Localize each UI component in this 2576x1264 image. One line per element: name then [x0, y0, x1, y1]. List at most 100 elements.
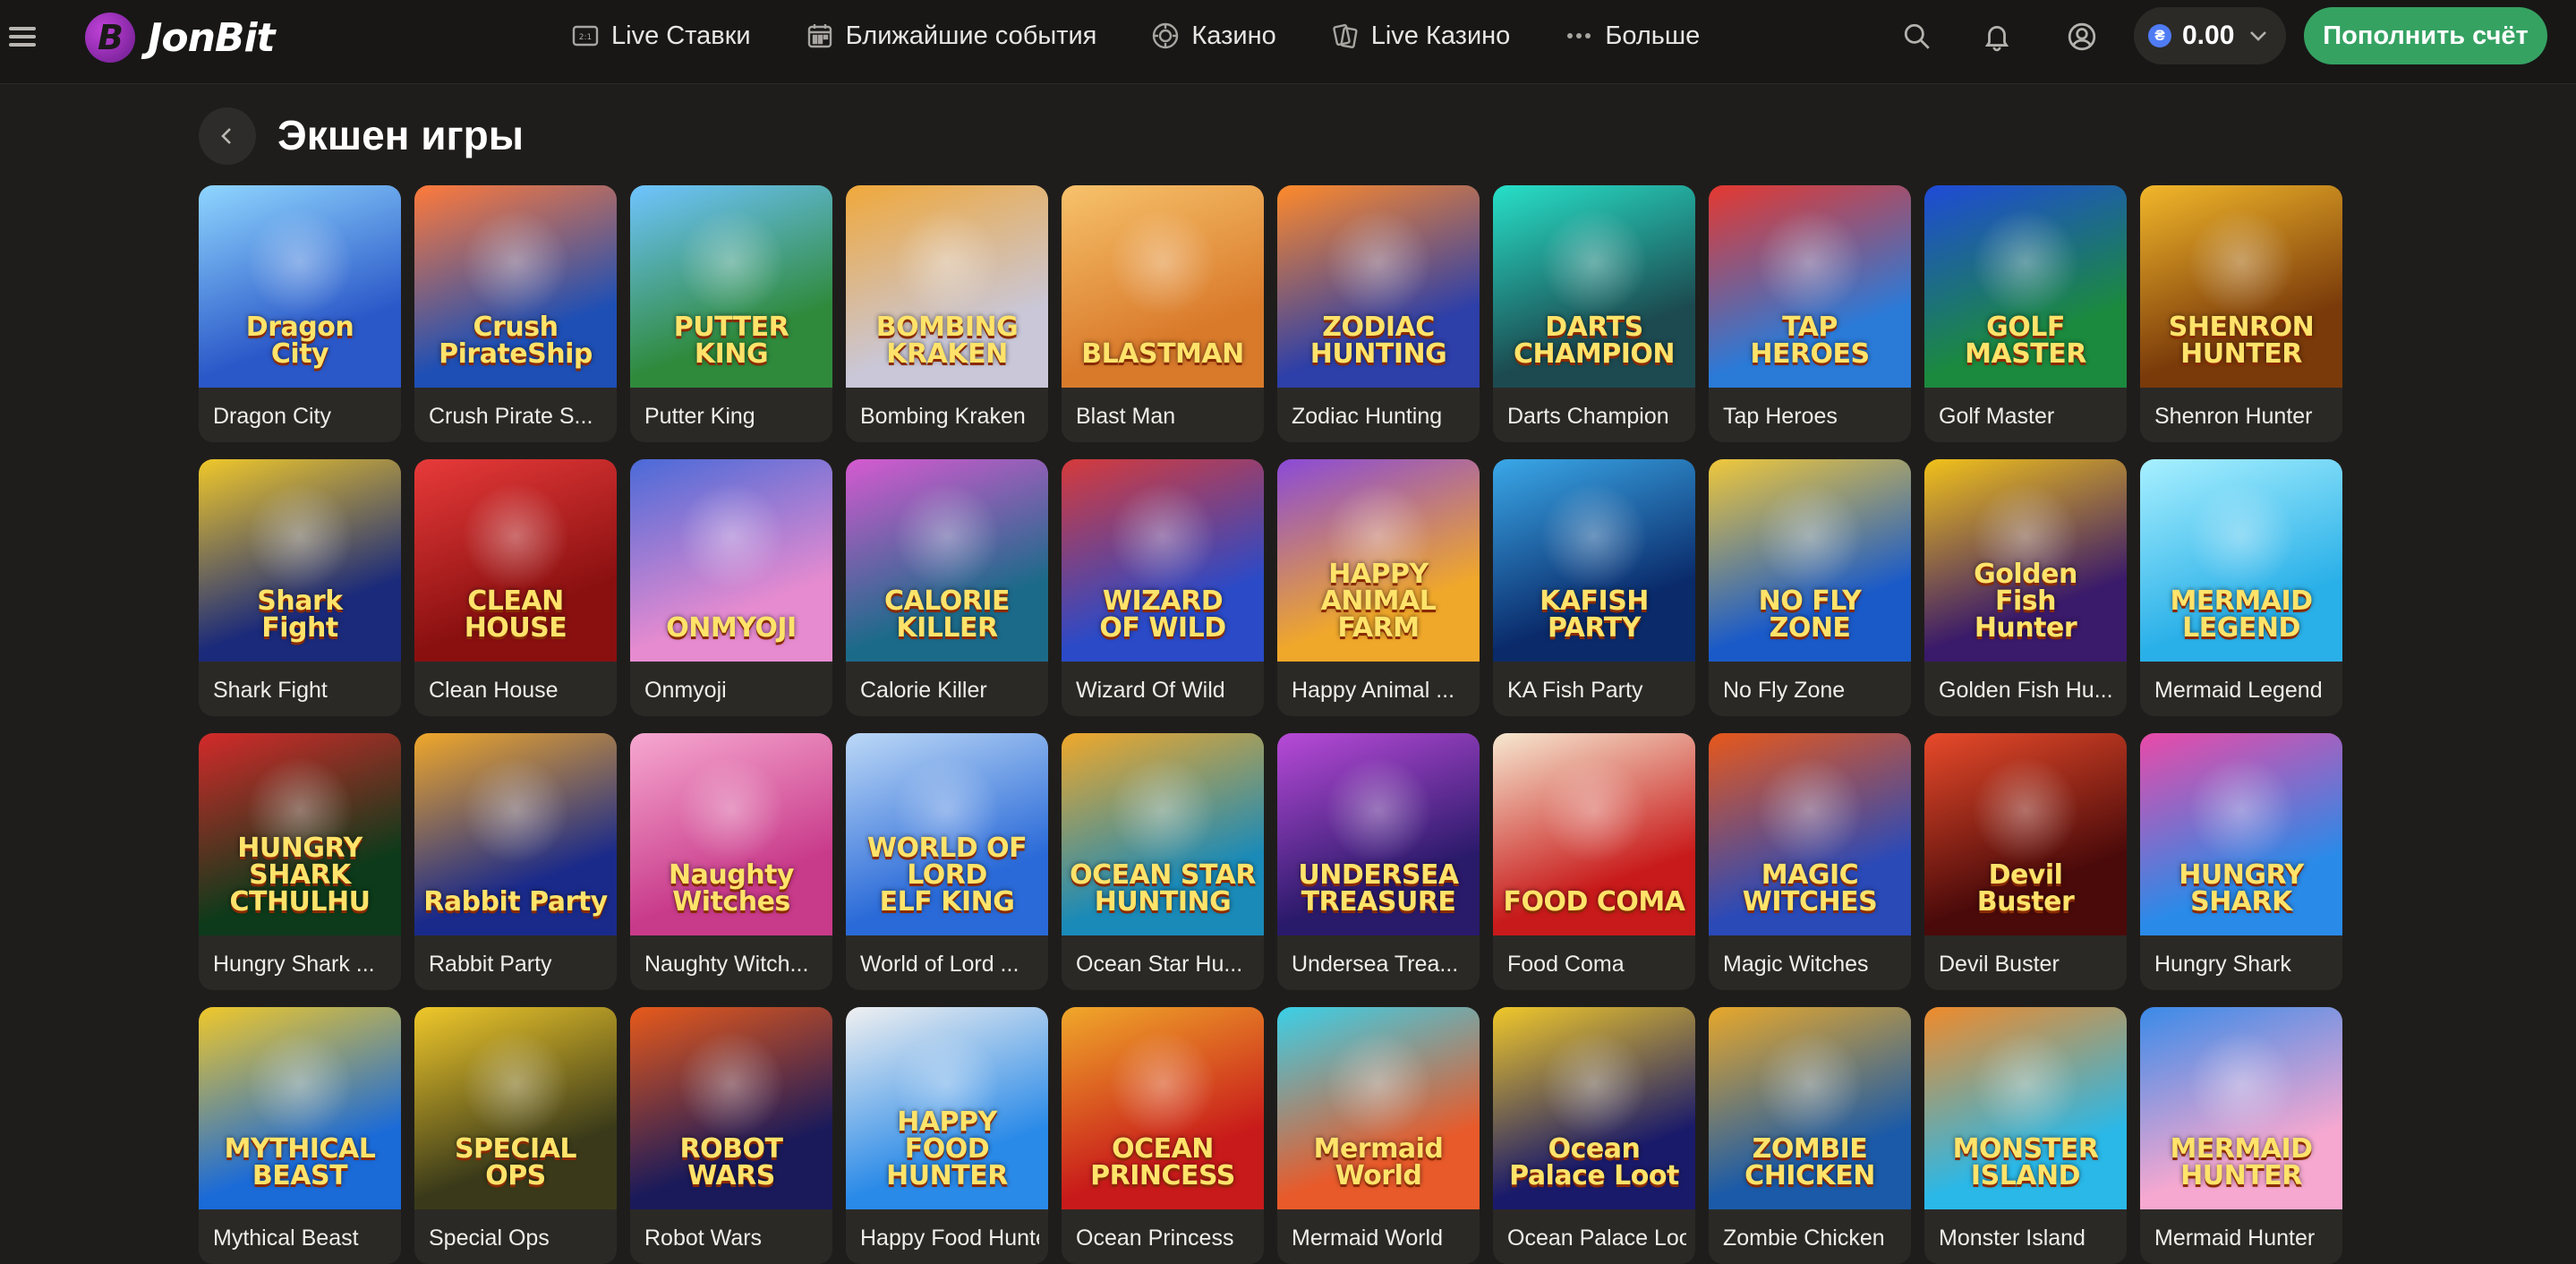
game-card[interactable]: ONMYOJI Onmyoji: [630, 459, 832, 716]
game-card[interactable]: ROBOT WARS Robot Wars: [630, 1007, 832, 1264]
game-name[interactable]: Tap Heroes: [1723, 404, 1902, 430]
game-thumbnail[interactable]: MERMAID HUNTER: [2140, 1007, 2342, 1209]
game-card[interactable]: Rabbit Party Rabbit Party: [414, 733, 617, 990]
game-card[interactable]: SPECIAL OPS Special Ops: [414, 1007, 617, 1264]
game-card[interactable]: MERMAID LEGEND Mermaid Legend: [2140, 459, 2342, 716]
game-card[interactable]: Ocean Palace Loot Ocean Palace Loot: [1493, 1007, 1695, 1264]
game-name[interactable]: Ocean Star Hu...: [1076, 952, 1255, 978]
nav-casino[interactable]: Казино: [1150, 21, 1276, 51]
game-card[interactable]: BOMBING KRAKEN Bombing Kraken: [846, 185, 1048, 442]
game-thumbnail[interactable]: HAPPY ANIMAL FARM: [1277, 459, 1480, 662]
game-card[interactable]: Crush PirateShip Crush Pirate S...: [414, 185, 617, 442]
deposit-button[interactable]: Пополнить счёт: [2304, 7, 2547, 64]
game-name[interactable]: Crush Pirate S...: [429, 404, 608, 430]
game-card[interactable]: UNDERSEA TREASURE Undersea Trea...: [1277, 733, 1480, 990]
game-name[interactable]: Robot Wars: [644, 1226, 823, 1251]
game-card[interactable]: MERMAID HUNTER Mermaid Hunter: [2140, 1007, 2342, 1264]
game-card[interactable]: Devil Buster Devil Buster: [1924, 733, 2127, 990]
game-card[interactable]: HUNGRY SHARK Hungry Shark: [2140, 733, 2342, 990]
game-name[interactable]: Calorie Killer: [860, 678, 1039, 704]
game-thumbnail[interactable]: Ocean Palace Loot: [1493, 1007, 1695, 1209]
game-thumbnail[interactable]: HUNGRY SHARK CTHULHU: [199, 733, 401, 935]
game-thumbnail[interactable]: MYTHICAL BEAST: [199, 1007, 401, 1209]
game-card[interactable]: Dragon City Dragon City: [199, 185, 401, 442]
game-name[interactable]: Ocean Princess: [1076, 1226, 1255, 1251]
game-name[interactable]: KA Fish Party: [1507, 678, 1686, 704]
game-name[interactable]: Shenron Hunter: [2154, 404, 2333, 430]
balance-dropdown[interactable]: ₴ 0.00: [2134, 7, 2286, 64]
game-thumbnail[interactable]: WIZARD OF WILD: [1062, 459, 1264, 662]
game-card[interactable]: OCEAN PRINCESS Ocean Princess: [1062, 1007, 1264, 1264]
game-thumbnail[interactable]: MONSTER ISLAND: [1924, 1007, 2127, 1209]
game-card[interactable]: WIZARD OF WILD Wizard Of Wild: [1062, 459, 1264, 716]
game-name[interactable]: Clean House: [429, 678, 608, 704]
game-name[interactable]: Monster Island: [1939, 1226, 2118, 1251]
game-name[interactable]: World of Lord ...: [860, 952, 1039, 978]
game-thumbnail[interactable]: ZODIAC HUNTING: [1277, 185, 1480, 388]
nav-live-bets[interactable]: 2:1 Live Ставки: [570, 21, 751, 51]
game-thumbnail[interactable]: Crush PirateShip: [414, 185, 617, 388]
menu-icon[interactable]: [9, 24, 36, 49]
game-name[interactable]: No Fly Zone: [1723, 678, 1902, 704]
game-thumbnail[interactable]: OCEAN PRINCESS: [1062, 1007, 1264, 1209]
game-thumbnail[interactable]: Rabbit Party: [414, 733, 617, 935]
game-thumbnail[interactable]: HAPPY FOOD HUNTER: [846, 1007, 1048, 1209]
game-thumbnail[interactable]: Naughty Witches: [630, 733, 832, 935]
game-name[interactable]: Onmyoji: [644, 678, 823, 704]
game-thumbnail[interactable]: CLEAN HOUSE: [414, 459, 617, 662]
game-thumbnail[interactable]: Golden Fish Hunter: [1924, 459, 2127, 662]
game-card[interactable]: Naughty Witches Naughty Witch...: [630, 733, 832, 990]
game-card[interactable]: BLASTMAN Blast Man: [1062, 185, 1264, 442]
game-name[interactable]: Ocean Palace Loot: [1507, 1226, 1686, 1251]
user-profile-icon[interactable]: [2061, 16, 2103, 57]
game-name[interactable]: Blast Man: [1076, 404, 1255, 430]
game-name[interactable]: Happy Animal ...: [1292, 678, 1471, 704]
game-card[interactable]: OCEAN STAR HUNTING Ocean Star Hu...: [1062, 733, 1264, 990]
game-name[interactable]: Mermaid World: [1292, 1226, 1471, 1251]
game-name[interactable]: Happy Food Hunter: [860, 1226, 1039, 1251]
game-thumbnail[interactable]: HUNGRY SHARK: [2140, 733, 2342, 935]
game-card[interactable]: FOOD COMA Food Coma: [1493, 733, 1695, 990]
game-thumbnail[interactable]: WORLD OF LORD ELF KING: [846, 733, 1048, 935]
game-name[interactable]: Mermaid Hunter: [2154, 1226, 2333, 1251]
game-name[interactable]: Putter King: [644, 404, 823, 430]
back-button[interactable]: [199, 107, 256, 165]
game-thumbnail[interactable]: ZOMBIE CHICKEN: [1709, 1007, 1911, 1209]
nav-more[interactable]: Больше: [1564, 21, 1700, 51]
game-card[interactable]: Mermaid World Mermaid World: [1277, 1007, 1480, 1264]
game-card[interactable]: MAGIC WITCHES Magic Witches: [1709, 733, 1911, 990]
game-card[interactable]: KAFISH PARTY KA Fish Party: [1493, 459, 1695, 716]
game-card[interactable]: DARTS CHAMPION Darts Champion: [1493, 185, 1695, 442]
game-card[interactable]: Shark Fight Shark Fight: [199, 459, 401, 716]
game-thumbnail[interactable]: MAGIC WITCHES: [1709, 733, 1911, 935]
game-name[interactable]: Naughty Witch...: [644, 952, 823, 978]
game-name[interactable]: Bombing Kraken: [860, 404, 1039, 430]
game-name[interactable]: Undersea Trea...: [1292, 952, 1471, 978]
game-thumbnail[interactable]: FOOD COMA: [1493, 733, 1695, 935]
game-thumbnail[interactable]: Devil Buster: [1924, 733, 2127, 935]
game-name[interactable]: Rabbit Party: [429, 952, 608, 978]
game-name[interactable]: Hungry Shark ...: [213, 952, 392, 978]
game-thumbnail[interactable]: DARTS CHAMPION: [1493, 185, 1695, 388]
game-name[interactable]: Zombie Chicken: [1723, 1226, 1902, 1251]
game-name[interactable]: Zodiac Hunting: [1292, 404, 1471, 430]
game-name[interactable]: Mermaid Legend: [2154, 678, 2333, 704]
game-thumbnail[interactable]: PUTTER KING: [630, 185, 832, 388]
game-thumbnail[interactable]: Shark Fight: [199, 459, 401, 662]
game-name[interactable]: Hungry Shark: [2154, 952, 2333, 978]
game-card[interactable]: Golden Fish Hunter Golden Fish Hu...: [1924, 459, 2127, 716]
notifications-bell-icon[interactable]: [1976, 16, 2017, 57]
game-thumbnail[interactable]: SHENRON HUNTER: [2140, 185, 2342, 388]
game-name[interactable]: Special Ops: [429, 1226, 608, 1251]
nav-upcoming-events[interactable]: Ближайшие события: [805, 21, 1096, 51]
game-card[interactable]: CALORIE KILLER Calorie Killer: [846, 459, 1048, 716]
game-thumbnail[interactable]: BOMBING KRAKEN: [846, 185, 1048, 388]
game-card[interactable]: SHENRON HUNTER Shenron Hunter: [2140, 185, 2342, 442]
game-thumbnail[interactable]: OCEAN STAR HUNTING: [1062, 733, 1264, 935]
game-card[interactable]: ZOMBIE CHICKEN Zombie Chicken: [1709, 1007, 1911, 1264]
game-thumbnail[interactable]: SPECIAL OPS: [414, 1007, 617, 1209]
game-thumbnail[interactable]: Mermaid World: [1277, 1007, 1480, 1209]
game-card[interactable]: WORLD OF LORD ELF KING World of Lord ...: [846, 733, 1048, 990]
game-name[interactable]: Food Coma: [1507, 952, 1686, 978]
game-name[interactable]: Magic Witches: [1723, 952, 1902, 978]
